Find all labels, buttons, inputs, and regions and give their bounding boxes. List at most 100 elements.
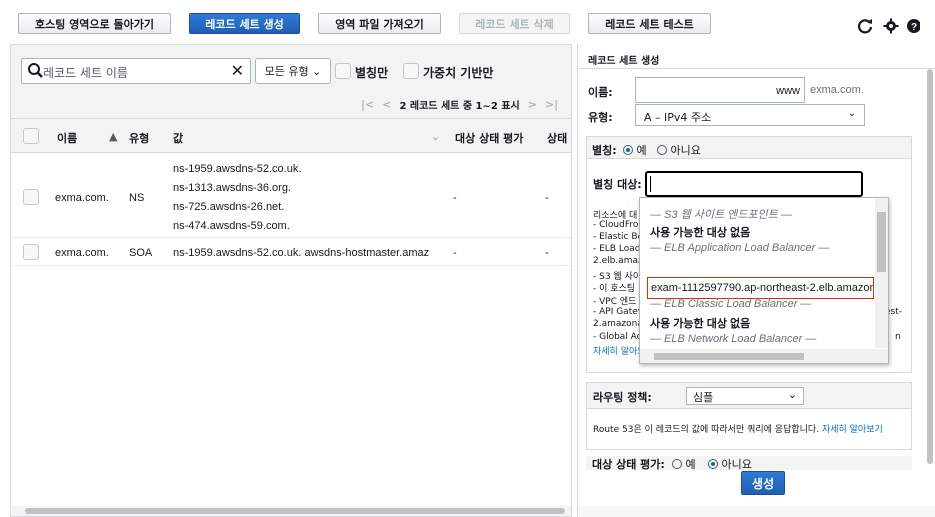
row-name: exma.com. (55, 192, 109, 204)
health-eval-row: 대상 상태 평가: 예 아니요 (586, 456, 912, 472)
panel-footer (578, 506, 935, 517)
alias-desc-line: - Elastic Be (593, 232, 644, 242)
col-status-header[interactable]: 상태 (547, 130, 567, 146)
alias-target-dropdown[interactable]: — S3 웹 사이트 엔드포인트 — 사용 가능한 대상 없음 — ELB Ap… (639, 197, 889, 364)
health-no-radio[interactable]: 아니요 (708, 456, 752, 472)
radio-icon (657, 145, 667, 155)
radio-selected-icon (623, 145, 633, 155)
back-to-hosted-zones-button[interactable]: 호스팅 영역으로 돌아가기 (18, 13, 171, 34)
routing-description-text: Route 53은 이 레코드의 값에 따라서만 쿼리에 응답합니다. (593, 425, 820, 435)
name-input[interactable]: www (635, 77, 805, 103)
row-checkbox[interactable] (23, 244, 39, 260)
alias-target-input[interactable] (645, 171, 863, 197)
dropdown-group-header: — ELB Network Load Balancer — (650, 333, 817, 345)
dropdown-option[interactable]: 사용 가능한 대상 없음 (650, 224, 750, 240)
next-page-button[interactable]: > (528, 98, 537, 111)
row-type: SOA (129, 247, 153, 259)
scrollbar-thumb[interactable] (25, 508, 565, 514)
alias-only-checkbox[interactable] (335, 63, 351, 79)
dropdown-option-highlighted[interactable]: exam-1112597790.ap-northeast-2.elb.amazo… (647, 277, 874, 299)
col-type-header[interactable]: 유형 (129, 130, 149, 146)
first-page-button[interactable]: |< (361, 98, 374, 111)
alias-target-label: 별칭 대상: (593, 178, 642, 191)
select-all-checkbox[interactable] (23, 128, 39, 144)
delete-record-set-button[interactable]: 레코드 세트 삭제 (459, 13, 570, 34)
refresh-icon[interactable] (857, 18, 873, 34)
sort-asc-icon[interactable]: ▲ (109, 130, 117, 143)
row-value: ns-725.awsdns-26.net. (173, 201, 285, 213)
table-header: 이름 ▲ 유형 값 ⌄ 대상 상태 평가 상태 (11, 119, 571, 153)
sort-icon[interactable]: ⌄ (431, 130, 440, 143)
row-status: - (545, 247, 549, 259)
create-button[interactable]: 생성 (741, 471, 785, 495)
dropdown-group-header: — ELB Application Load Balancer — (650, 242, 830, 254)
health-yes-radio[interactable]: 예 (672, 456, 696, 472)
table-row[interactable]: exma.com. NS ns-1959.awsdns-52.co.uk. ns… (11, 154, 571, 238)
dropdown-vertical-scrollbar[interactable] (875, 198, 888, 348)
radio-selected-icon (708, 459, 718, 469)
settings-gear-icon[interactable] (883, 18, 899, 34)
alias-desc-line: - 이 호스팅 (593, 284, 636, 294)
alias-desc-line: - ELB Load (593, 244, 641, 254)
name-input-value: www (776, 85, 800, 97)
create-record-set-button[interactable]: 레코드 세트 생성 (189, 13, 300, 34)
scrollbar-thumb[interactable] (927, 69, 933, 464)
prev-page-button[interactable]: < (382, 98, 391, 111)
clear-search-icon[interactable]: ✕ (231, 61, 244, 81)
help-icon[interactable]: ? (906, 18, 921, 34)
row-type: NS (129, 192, 145, 204)
import-zone-file-button[interactable]: 영역 파일 가져오기 (318, 13, 441, 34)
col-name-header[interactable]: 이름 (57, 130, 77, 146)
chevron-down-icon: ⌄ (847, 108, 856, 119)
type-filter-select[interactable]: 모든 유형 ⌄ (255, 58, 331, 84)
filter-bar: 레코드 세트 이름 ✕ 모든 유형 ⌄ 별칭만 가중치 기반만 |< < 2 레… (11, 45, 571, 119)
horizontal-scrollbar[interactable] (11, 506, 571, 516)
panel-vertical-scrollbar[interactable] (926, 69, 934, 509)
weighted-only-label: 가중치 기반만 (423, 66, 494, 80)
radio-icon (672, 459, 682, 469)
routing-learn-more-link[interactable]: 자세히 알아보기 (822, 425, 883, 435)
dropdown-horizontal-scrollbar[interactable] (640, 349, 888, 363)
alias-desc-line: - API Gatev (593, 307, 644, 317)
row-value: ns-1959.awsdns-52.co.uk. awsdns-hostmast… (173, 247, 430, 259)
row-health: - (453, 192, 457, 204)
alias-desc-line: - VPC 엔드 (593, 297, 637, 307)
row-value: ns-474.awsdns-59.com. (173, 220, 290, 232)
alias-only-label: 별칭만 (355, 66, 389, 80)
last-page-button[interactable]: >| (545, 98, 558, 111)
col-health-header[interactable]: 대상 상태 평가 (455, 130, 523, 146)
search-input[interactable]: 레코드 세트 이름 ✕ (21, 58, 251, 84)
scrollbar-thumb[interactable] (654, 353, 804, 360)
row-status: - (545, 192, 549, 204)
row-health: - (453, 247, 457, 259)
dropdown-group-header: — S3 웹 사이트 엔드포인트 — (650, 209, 792, 221)
alias-header: 별칭: 예 아니요 (587, 137, 911, 159)
table-row[interactable]: exma.com. SOA ns-1959.awsdns-52.co.uk. a… (11, 238, 571, 266)
alias-yes-label: 예 (636, 144, 647, 157)
domain-suffix: exma.com. (810, 84, 864, 96)
routing-policy-select[interactable]: 심플 ⌄ (686, 387, 804, 405)
type-select[interactable]: A – IPv4 주소 ⌄ (635, 104, 865, 126)
row-checkbox[interactable] (23, 189, 39, 205)
alias-desc-line: - CloudFro (593, 220, 639, 230)
health-yes-label: 예 (685, 458, 696, 471)
weighted-only-checkbox[interactable] (403, 63, 419, 79)
routing-section: 라우팅 정책: 심플 ⌄ Route 53은 이 레코드의 값에 따라서만 쿼리… (586, 382, 912, 450)
test-record-set-button[interactable]: 레코드 세트 테스트 (588, 13, 711, 34)
alias-yes-radio[interactable]: 예 (623, 142, 647, 158)
search-placeholder: 레코드 세트 이름 (43, 66, 128, 80)
search-icon (27, 62, 43, 80)
scrollbar-thumb[interactable] (877, 212, 886, 272)
row-value: ns-1959.awsdns-52.co.uk. (173, 163, 302, 175)
divider (578, 68, 935, 69)
col-value-header[interactable]: 값 (173, 130, 183, 146)
pagination: |< < 2 레코드 세트 중 1~2 표시 > >| (361, 97, 558, 112)
chevron-down-icon: ⌄ (308, 64, 322, 78)
type-filter-value: 모든 유형 (264, 65, 309, 78)
alias-no-radio[interactable]: 아니요 (657, 142, 701, 158)
dropdown-option[interactable]: 사용 가능한 대상 없음 (650, 315, 750, 331)
svg-text:?: ? (911, 22, 917, 33)
alias-label: 별칭: (592, 144, 617, 157)
name-label: 이름: (588, 86, 613, 99)
routing-policy-value: 심플 (693, 391, 714, 404)
